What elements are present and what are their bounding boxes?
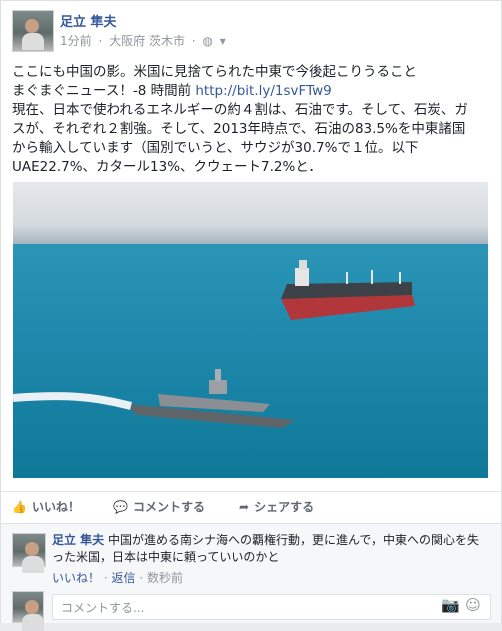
- post-line6: UAE22.7%、カタール13%、クウェート7.2%と．: [12, 159, 322, 175]
- post-card: 足立 隼夫 1分前 · 大阪府 茨木市 · ◍ ▾ ここにも中国の影。米国に見捨…: [0, 0, 502, 631]
- post-line2: まぐまぐニュース！-8 時間前 http://bit.ly/1svFTw9: [12, 82, 490, 101]
- like-label: いいね！: [31, 500, 80, 514]
- world-icon[interactable]: ◍: [202, 34, 212, 48]
- post-location[interactable]: 大阪府 茨木市: [109, 34, 185, 48]
- author-name[interactable]: 足立 隼夫: [60, 11, 117, 30]
- wake: [13, 392, 133, 410]
- thumbs-up-icon: 👍: [12, 500, 27, 514]
- post-actions: 👍 いいね！ 💬 コメントする ➦ シェアする: [12, 498, 491, 518]
- share-button[interactable]: ➦ シェアする: [239, 498, 314, 515]
- post-text: ここにも中国の影。米国に見捨てられた中東で今後起こりうること まぐまぐニュース！…: [12, 63, 490, 177]
- comment-icon: 💬: [113, 500, 128, 514]
- comment-reply-button[interactable]: 返信: [111, 571, 135, 585]
- emoji-icon[interactable]: ☺: [464, 597, 482, 614]
- post-line3: 現在、日本で使われるエネルギーの約４割は、石油です。そして、石炭、ガ: [12, 102, 468, 118]
- current-user-avatar: [12, 591, 44, 631]
- post-time[interactable]: 1分前: [60, 34, 92, 48]
- comments-section: 足立 隼夫 中国が進める南シナ海への覇権行動，更に進んで，中東への関心を失った米…: [1, 523, 501, 631]
- commenter-avatar[interactable]: [12, 533, 46, 573]
- chevron-down-icon[interactable]: ▾: [220, 34, 226, 48]
- post-header: 足立 隼夫 1分前 · 大阪府 茨木市 · ◍ ▾: [12, 10, 491, 52]
- comment-text: 中国が進める南シナ海への覇権行動，更に進んで，中東への関心を失った米国，日本は中…: [52, 533, 479, 564]
- post-line2-text: まぐまぐニュース！-8 時間前: [12, 83, 196, 99]
- divider: [1, 491, 501, 492]
- ship-scene: [13, 260, 415, 428]
- comment-time: 数秒前: [146, 571, 183, 585]
- author-avatar[interactable]: [12, 10, 54, 52]
- post-line1: ここにも中国の影。米国に見捨てられた中東で今後起こりうること: [12, 64, 417, 80]
- comment-author[interactable]: 足立 隼夫: [52, 533, 104, 547]
- post-line4: スが、それぞれ２割強。そして、2013年時点で、石油の83.5%を中東諸国: [12, 121, 466, 137]
- share-label: シェアする: [254, 500, 315, 514]
- comment-input[interactable]: コメントする... 📷 ☺: [52, 594, 491, 620]
- share-icon: ➦: [239, 500, 250, 514]
- comment-placeholder: コメントする...: [61, 601, 145, 615]
- post-photo[interactable]: [13, 182, 488, 478]
- comment-body: 足立 隼夫 中国が進める南シナ海への覇権行動，更に進んで，中東への関心を失った米…: [52, 532, 490, 566]
- comment-label: コメントする: [132, 500, 205, 514]
- post-link[interactable]: http://bit.ly/1svFTw9: [195, 83, 331, 99]
- tanker: [281, 260, 415, 320]
- like-button[interactable]: 👍 いいね！: [12, 498, 80, 515]
- post-meta: 1分前 · 大阪府 茨木市 · ◍ ▾: [60, 34, 226, 48]
- comment-button[interactable]: 💬 コメントする: [113, 498, 205, 515]
- camera-icon[interactable]: 📷: [441, 597, 460, 614]
- patrol-boat: [126, 369, 295, 428]
- post-line5: から輸入しています（国別でいうと、サウジが30.7%で１位。以下: [12, 140, 419, 156]
- comment-actions: いいね！ · 返信 · 数秒前: [52, 571, 183, 585]
- comment-like-button[interactable]: いいね！: [52, 571, 100, 585]
